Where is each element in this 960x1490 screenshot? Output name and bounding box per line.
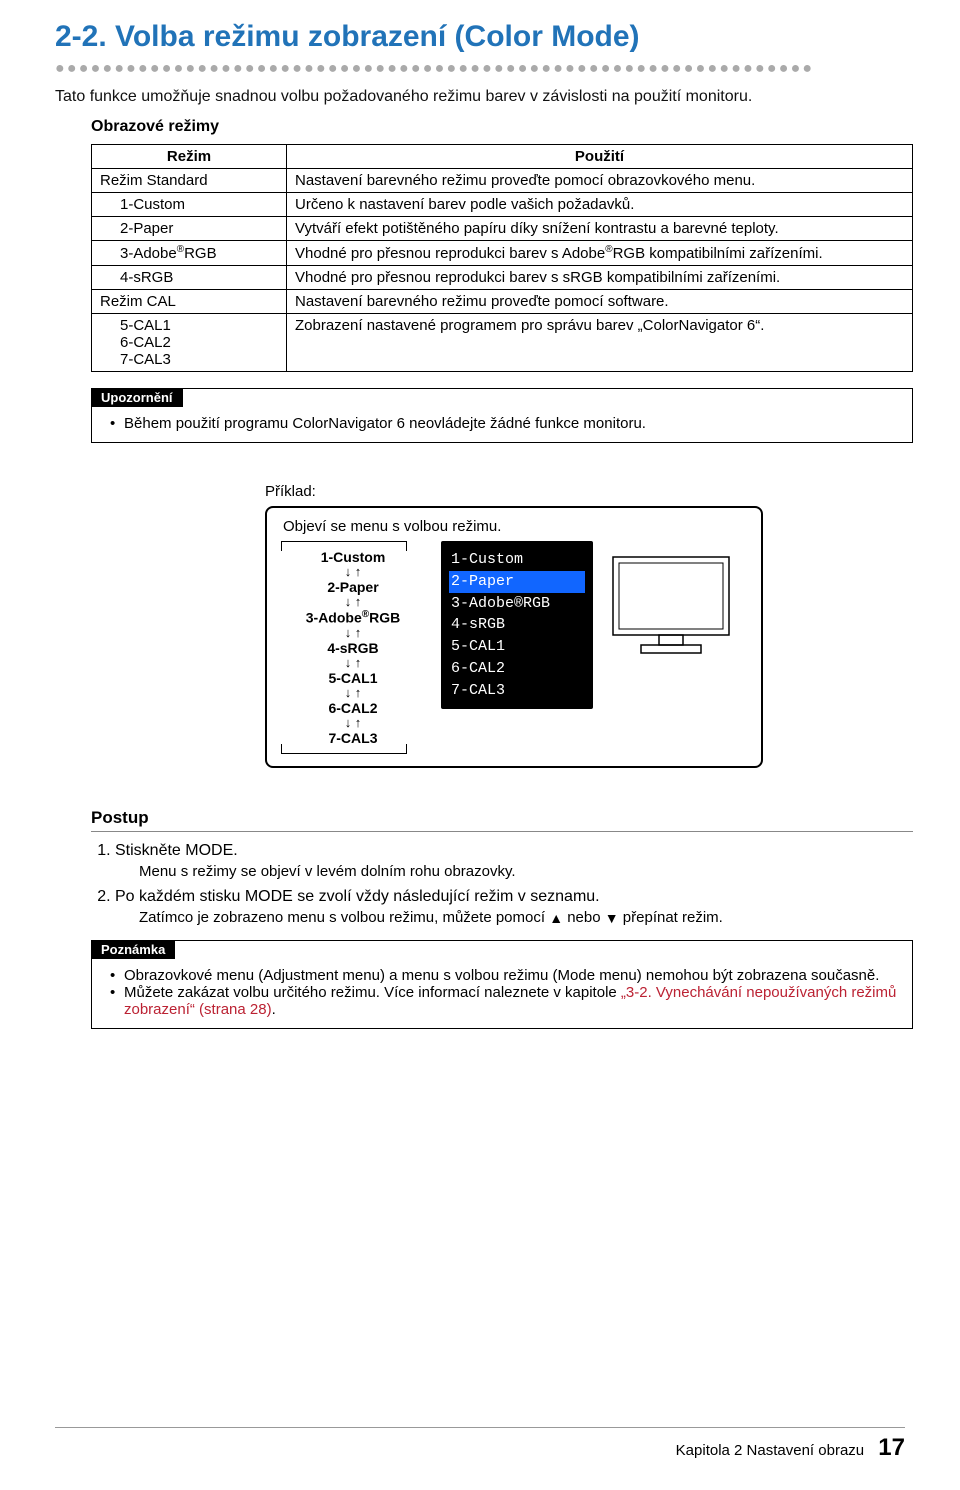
desc-cell: Zobrazení nastavené programem pro správu… (287, 314, 913, 372)
footer-chapter: Kapitola 2 Nastavení obrazu (676, 1442, 864, 1459)
table-row: Režim CALNastavení barevného režimu prov… (92, 290, 913, 314)
flow-item: 1-Custom (283, 549, 423, 565)
down-arrow-icon: ▼ (605, 910, 619, 926)
warning-block: Upozornění Během použití programu ColorN… (91, 388, 913, 443)
example-box: Objeví se menu s volbou režimu. 1-Custom… (265, 506, 763, 768)
subhead-obrazove-rezimy: Obrazové režimy (91, 118, 905, 136)
th-use: Použití (287, 145, 913, 169)
monitor-illustration (611, 541, 731, 663)
example-label: Příklad: (265, 483, 905, 500)
footer-page-number: 17 (878, 1434, 905, 1461)
note-text: Můžete zakázat volbu určitého režimu. Ví… (124, 984, 621, 1001)
table-row: 1-CustomUrčeno k nastavení barev podle v… (92, 193, 913, 217)
flow-arrows-icon: ↓ ↑ (283, 686, 423, 700)
osd-item: 3-Adobe®RGB (451, 593, 583, 615)
note-text: . (272, 1001, 276, 1018)
flow-arrows-icon: ↓ ↑ (283, 595, 423, 609)
example-caption: Objeví se menu s volbou režimu. (283, 518, 745, 535)
table-row: 2-PaperVytváří efekt potištěného papíru … (92, 217, 913, 241)
desc-cell: Vytváří efekt potištěného papíru díky sn… (287, 217, 913, 241)
flow-item: 5-CAL1 (283, 670, 423, 686)
flow-arrows-icon: ↓ ↑ (283, 626, 423, 640)
flow-bracket-top (281, 541, 407, 551)
monitor-icon (611, 555, 731, 659)
th-mode: Režim (92, 145, 287, 169)
footer-rule (55, 1427, 905, 1428)
osd-item: 2-Paper (449, 571, 585, 593)
postup-step-1-text: Stiskněte MODE. (115, 842, 238, 859)
postup-step-2-text: Po každém stisku MODE se zvolí vždy násl… (115, 888, 600, 905)
note-block: Poznámka Obrazovkové menu (Adjustment me… (91, 940, 913, 1029)
mode-table: Režim Použití Režim StandardNastavení ba… (91, 144, 913, 372)
section-title: 2-2. Volba režimu zobrazení (Color Mode) (55, 20, 905, 54)
desc-cell: Vhodné pro přesnou reprodukci barev s Ad… (287, 241, 913, 266)
page-footer: Kapitola 2 Nastavení obrazu 17 (676, 1434, 905, 1462)
mode-cell: Režim CAL (92, 290, 287, 314)
mode-cell: 2-Paper (92, 217, 287, 241)
postup-step-1-sub: Menu s režimy se objeví v levém dolním r… (139, 863, 905, 880)
flow-arrows-icon: ↓ ↑ (283, 716, 423, 730)
table-row: 5-CAL16-CAL27-CAL3Zobrazení nastavené pr… (92, 314, 913, 372)
note-item: Obrazovkové menu (Adjustment menu) a men… (124, 967, 898, 984)
osd-menu: 1-Custom2-Paper3-Adobe®RGB4-sRGB5-CAL16-… (441, 541, 593, 709)
decorative-dots-rule: ●●●●●●●●●●●●●●●●●●●●●●●●●●●●●●●●●●●●●●●●… (55, 60, 905, 78)
mode-cell: Režim Standard (92, 169, 287, 193)
postup-step-2-sub-a: Zatímco je zobrazeno menu s volbou režim… (139, 909, 549, 926)
desc-cell: Nastavení barevného režimu proveďte pomo… (287, 169, 913, 193)
flow-item: 4-sRGB (283, 640, 423, 656)
desc-cell: Určeno k nastavení barev podle vašich po… (287, 193, 913, 217)
flow-item: 3-Adobe®RGB (283, 609, 423, 626)
table-row: 4-sRGBVhodné pro přesnou reprodukci bare… (92, 266, 913, 290)
example-section: Příklad: Objeví se menu s volbou režimu.… (265, 483, 905, 768)
note-list: Obrazovkové menu (Adjustment menu) a men… (106, 967, 898, 1018)
flow-arrows-icon: ↓ ↑ (283, 656, 423, 670)
osd-item: 7-CAL3 (451, 680, 583, 702)
section-number: 2-2. (55, 20, 107, 53)
mode-cell: 5-CAL16-CAL27-CAL3 (92, 314, 287, 372)
warning-label: Upozornění (91, 388, 183, 407)
postup-step-1: Stiskněte MODE. Menu s režimy se objeví … (115, 842, 905, 880)
mode-flow-column: 1-Custom↓ ↑2-Paper↓ ↑3-Adobe®RGB↓ ↑4-sRG… (283, 541, 423, 754)
flow-item: 2-Paper (283, 579, 423, 595)
note-item: Můžete zakázat volbu určitého režimu. Ví… (124, 984, 898, 1018)
desc-cell: Nastavení barevného režimu proveďte pomo… (287, 290, 913, 314)
desc-cell: Vhodné pro přesnou reprodukci barev s sR… (287, 266, 913, 290)
postup-step-2-sub-c: přepínat režim. (619, 909, 723, 926)
table-row: 3-Adobe®RGBVhodné pro přesnou reprodukci… (92, 241, 913, 266)
postup-step-2: Po každém stisku MODE se zvolí vždy násl… (115, 888, 905, 926)
section-intro: Tato funkce umožňuje snadnou volbu požad… (55, 88, 905, 106)
table-row: Režim StandardNastavení barevného režimu… (92, 169, 913, 193)
osd-item: 6-CAL2 (451, 658, 583, 680)
mode-cell: 3-Adobe®RGB (92, 241, 287, 266)
osd-item: 5-CAL1 (451, 636, 583, 658)
osd-item: 4-sRGB (451, 614, 583, 636)
mode-cell: 1-Custom (92, 193, 287, 217)
mode-cell: 4-sRGB (92, 266, 287, 290)
warning-list: Během použití programu ColorNavigator 6 … (106, 415, 898, 432)
flow-arrows-icon: ↓ ↑ (283, 565, 423, 579)
warning-item: Během použití programu ColorNavigator 6 … (124, 415, 898, 432)
flow-item: 6-CAL2 (283, 700, 423, 716)
note-label: Poznámka (91, 940, 175, 959)
postup-heading: Postup (91, 808, 913, 832)
table-head-row: Režim Použití (92, 145, 913, 169)
postup-step-2-sub-b: nebo (563, 909, 605, 926)
postup-list: Stiskněte MODE. Menu s režimy se objeví … (115, 842, 905, 926)
osd-item: 1-Custom (451, 549, 583, 571)
up-arrow-icon: ▲ (549, 910, 563, 926)
section-title-text: Volba režimu zobrazení (Color Mode) (115, 20, 639, 53)
postup-step-2-sub: Zatímco je zobrazeno menu s volbou režim… (139, 909, 905, 926)
flow-bracket-bottom (281, 744, 407, 754)
